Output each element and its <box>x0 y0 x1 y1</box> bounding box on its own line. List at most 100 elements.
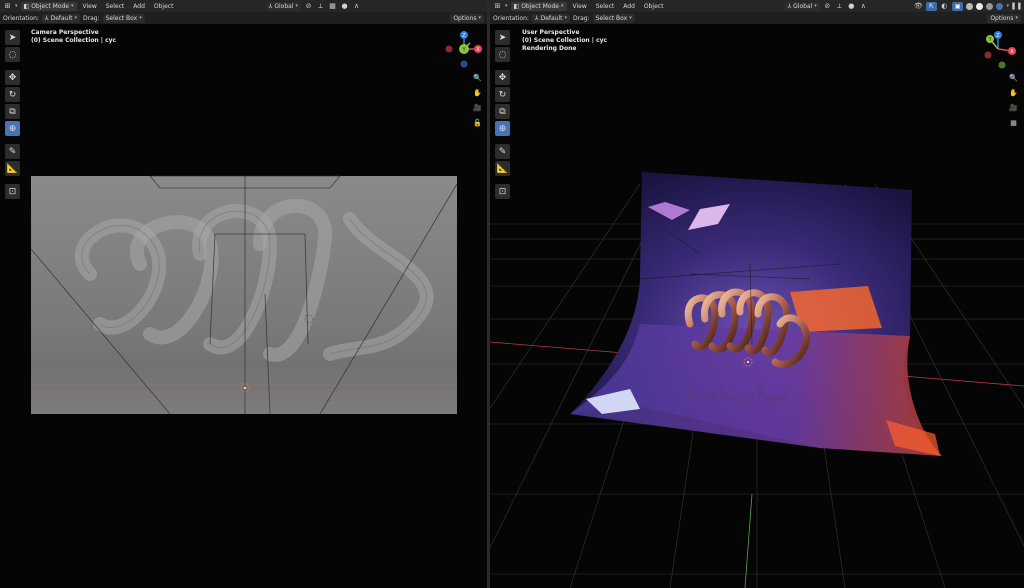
toolbar-gap <box>495 64 510 68</box>
viewport-info: Camera Perspective (0) Scene Collection … <box>31 29 116 45</box>
select-icon[interactable]: ➤ <box>495 30 510 45</box>
transform-label: Global <box>274 2 294 10</box>
pivot-icon[interactable]: ⊘ <box>823 2 832 11</box>
orientation-dropdown[interactable]: ⅄ Default ▾ <box>41 13 81 23</box>
falloff-icon[interactable]: ∧ <box>859 2 868 11</box>
options-label: Options <box>990 14 1014 22</box>
measure-icon[interactable]: 📐 <box>5 161 20 176</box>
orientation-label: Orientation: <box>493 14 529 22</box>
viewport-info: User Perspective (0) Scene Collection | … <box>522 29 607 53</box>
menu-view[interactable]: View <box>570 3 590 10</box>
drag-dropdown[interactable]: Select Box ▾ <box>592 13 635 23</box>
editor-type-icon[interactable]: ⊞ <box>3 2 12 11</box>
zoom-icon[interactable]: 🔍 <box>472 72 483 83</box>
cursor-icon[interactable]: ◌ <box>5 47 20 62</box>
camera-icon[interactable]: 🎥 <box>1008 102 1019 113</box>
rendered-scene <box>490 172 1024 588</box>
viewport-right[interactable]: ⊞ ▾ ◧ Object Mode ▾ View Select Add Obje… <box>490 0 1024 588</box>
menu-select[interactable]: Select <box>103 3 128 10</box>
rotate-icon[interactable]: ↻ <box>495 87 510 102</box>
solid-shading-icon[interactable] <box>976 2 984 10</box>
mode-dropdown[interactable]: ◧ Object Mode ▾ <box>510 1 567 11</box>
pivot-icon[interactable]: ⊘ <box>304 2 313 11</box>
chevron-down-icon: ▾ <box>139 15 142 21</box>
measure-icon[interactable]: 📐 <box>495 161 510 176</box>
gizmo-x-label: X <box>476 47 480 53</box>
xray-toggle-icon[interactable]: ▣ <box>951 1 964 11</box>
hand-icon[interactable]: ✋ <box>1008 87 1019 98</box>
grid-icon[interactable]: ▦ <box>1008 117 1019 128</box>
options-dropdown[interactable]: Options ▾ <box>987 13 1021 23</box>
snap-icon[interactable]: ⟂ <box>316 2 325 11</box>
subheader-left: Orientation: ⅄ Default ▾ Drag: Select Bo… <box>0 12 487 24</box>
mode-label: Object Mode <box>31 2 69 10</box>
chevron-down-icon: ▾ <box>1006 3 1009 9</box>
toolbar-gap <box>5 178 20 182</box>
scale-icon[interactable]: ⧉ <box>495 104 510 119</box>
transform-icon[interactable]: ⊕ <box>5 121 20 136</box>
menu-view[interactable]: View <box>80 3 100 10</box>
menu-select[interactable]: Select <box>593 3 618 10</box>
drag-value: Select Box <box>105 14 138 22</box>
options-dropdown[interactable]: Options ▾ <box>450 13 484 23</box>
camera-view-scene <box>30 175 458 415</box>
falloff-icon[interactable]: ∧ <box>352 2 361 11</box>
nav-controls-left: 🔍 ✋ 🎥 🔓 <box>472 72 483 128</box>
chevron-down-icon: ▾ <box>560 3 564 9</box>
scale-icon[interactable]: ⧉ <box>5 104 20 119</box>
transform-icon[interactable]: ⊕ <box>495 121 510 136</box>
move-icon[interactable]: ✥ <box>5 70 20 85</box>
navigation-gizmo[interactable]: Z X Y <box>444 29 482 71</box>
rotate-icon[interactable]: ↻ <box>5 87 20 102</box>
zoom-icon[interactable]: 🔍 <box>1008 72 1019 83</box>
drag-dropdown[interactable]: Select Box ▾ <box>102 13 145 23</box>
transform-orientation-dropdown[interactable]: ⅄ Global ▾ <box>784 1 820 11</box>
proportional-edit-icon[interactable]: ● <box>847 2 856 11</box>
snap-target-icon[interactable]: ▦ <box>328 2 337 11</box>
rendered-shading-icon[interactable] <box>996 2 1004 10</box>
add-cube-icon[interactable]: ⊡ <box>495 184 510 199</box>
wireframe-shading-icon[interactable] <box>966 2 974 10</box>
gizmo-x-label: X <box>1010 49 1014 55</box>
visibility-icon[interactable]: 👁 <box>914 2 923 11</box>
hand-icon[interactable]: ✋ <box>472 87 483 98</box>
chevron-down-icon: ▾ <box>629 15 632 21</box>
camera-icon[interactable]: 🎥 <box>472 102 483 113</box>
lock-icon[interactable]: 🔓 <box>472 117 483 128</box>
pause-render-icon[interactable]: ❚❚ <box>1011 2 1023 11</box>
gizmo-toggle-icon[interactable]: ⇱ <box>925 1 937 11</box>
viewport-left[interactable]: ⊞ ▾ ◧ Object Mode ▾ View Select Add Obje… <box>0 0 487 588</box>
orientation-icon: ⅄ <box>44 14 49 22</box>
annotate-icon[interactable]: ✎ <box>495 144 510 159</box>
object-mode-icon: ◧ <box>23 2 30 10</box>
editor-type-icon[interactable]: ⊞ <box>493 2 502 11</box>
overlay-icon[interactable]: ◐ <box>940 2 949 11</box>
chevron-down-icon: ▾ <box>564 15 568 21</box>
proportional-edit-icon[interactable]: ● <box>340 2 349 11</box>
menu-object[interactable]: Object <box>641 3 667 10</box>
mode-dropdown[interactable]: ◧ Object Mode ▾ <box>20 1 77 11</box>
menu-object[interactable]: Object <box>151 3 177 10</box>
move-icon[interactable]: ✥ <box>495 70 510 85</box>
menu-add[interactable]: Add <box>620 3 638 10</box>
transform-orientation-dropdown[interactable]: ⅄ Global ▾ <box>265 1 301 11</box>
orientation-value: Default <box>50 14 73 22</box>
toolbar-right: ➤ ◌ ✥ ↻ ⧉ ⊕ ✎ 📐 ⊡ <box>495 30 510 199</box>
gizmo-z-label: Z <box>996 33 1000 39</box>
material-shading-icon[interactable] <box>986 2 994 10</box>
orientation-dropdown[interactable]: ⅄ Default ▾ <box>531 13 571 23</box>
toolbar-gap <box>495 178 510 182</box>
options-label: Options <box>453 14 477 22</box>
snap-icon[interactable]: ⟂ <box>835 2 844 11</box>
cursor-icon[interactable]: ◌ <box>495 47 510 62</box>
menu-add[interactable]: Add <box>130 3 148 10</box>
toolbar-left: ➤ ◌ ✥ ↻ ⧉ ⊕ ✎ 📐 ⊡ <box>5 30 20 199</box>
nav-controls-right: 🔍 ✋ 🎥 ▦ <box>1008 72 1019 128</box>
add-cube-icon[interactable]: ⊡ <box>5 184 20 199</box>
header-left: ⊞ ▾ ◧ Object Mode ▾ View Select Add Obje… <box>0 0 487 12</box>
navigation-gizmo[interactable]: Z X Y <box>980 29 1018 71</box>
drag-value: Select Box <box>595 14 628 22</box>
annotate-icon[interactable]: ✎ <box>5 144 20 159</box>
chevron-down-icon: ▾ <box>74 15 78 21</box>
select-icon[interactable]: ➤ <box>5 30 20 45</box>
